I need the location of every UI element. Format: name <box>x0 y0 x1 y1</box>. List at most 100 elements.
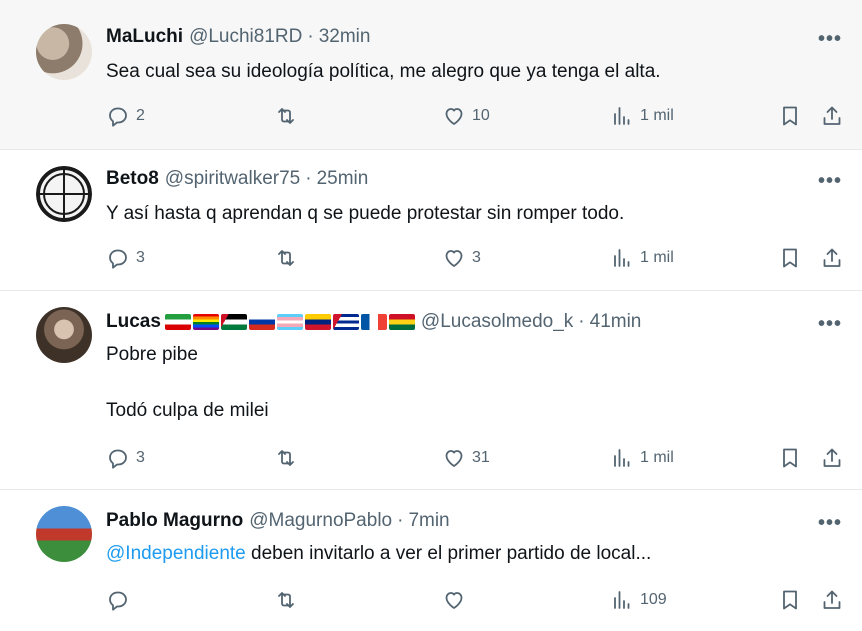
tweet-text-body: deben invitarlo a ver el primer partido … <box>245 543 652 564</box>
author-name[interactable]: MaLuchi <box>106 26 183 48</box>
view-count: 1 mil <box>640 449 674 466</box>
flag-ghana <box>388 314 415 330</box>
avatar[interactable] <box>36 506 92 562</box>
action-bar: 2 10 1 mil <box>106 104 846 130</box>
flag-russia <box>248 314 275 330</box>
tweet-text: Sea cual sea su ideología política, me a… <box>106 61 661 82</box>
action-bar: 109 <box>106 588 846 614</box>
retweet-button[interactable] <box>274 104 304 128</box>
author-handle[interactable]: @spiritwalker75 <box>165 168 300 190</box>
retweet-icon <box>274 246 298 270</box>
like-button[interactable]: 3 <box>442 246 481 270</box>
flag-france <box>360 314 387 330</box>
author-handle[interactable]: @Luchi81RD <box>189 26 302 48</box>
bookmark-button[interactable] <box>778 446 802 470</box>
timestamp[interactable]: 7min <box>408 510 449 532</box>
retweet-button[interactable] <box>274 446 304 470</box>
heart-icon <box>442 104 466 128</box>
tweet-text: Y así hasta q aprendan q se puede protes… <box>106 203 625 224</box>
tweet-text-line1: Pobre pibe <box>106 344 198 365</box>
share-icon <box>820 246 844 270</box>
tweet-header: Beto8 @spiritwalker75 · 25min <box>106 168 368 190</box>
like-button[interactable]: 31 <box>442 446 490 470</box>
tweet-header: Pablo Magurno @MagurnoPablo · 7min <box>106 510 450 532</box>
retweet-button[interactable] <box>274 246 304 270</box>
more-icon[interactable]: ••• <box>818 28 842 51</box>
like-count: 3 <box>472 249 481 266</box>
share-icon <box>820 588 844 612</box>
views-button[interactable]: 1 mil <box>610 246 674 270</box>
tweet[interactable]: Pablo Magurno @MagurnoPablo · 7min ••• @… <box>0 490 862 631</box>
author-handle[interactable]: @MagurnoPablo <box>249 510 392 532</box>
reply-icon <box>106 446 130 470</box>
avatar[interactable] <box>36 166 92 222</box>
view-count: 109 <box>640 591 667 608</box>
tweet-header: MaLuchi @Luchi81RD · 32min <box>106 26 370 48</box>
reply-button[interactable] <box>106 588 136 612</box>
reply-count: 2 <box>136 107 145 124</box>
reply-icon <box>106 588 130 612</box>
like-count: 31 <box>472 449 490 466</box>
flag-palestine <box>220 314 247 330</box>
separator: · <box>305 168 312 189</box>
more-icon[interactable]: ••• <box>818 170 842 193</box>
retweet-icon <box>274 104 298 128</box>
view-count: 1 mil <box>640 249 674 266</box>
tweet-text-line2: Todó culpa de milei <box>106 400 269 421</box>
share-button[interactable] <box>820 246 844 270</box>
reply-button[interactable]: 3 <box>106 446 145 470</box>
avatar[interactable] <box>36 24 92 80</box>
share-button[interactable] <box>820 104 844 128</box>
separator: · <box>578 311 585 332</box>
name-flags <box>163 314 415 330</box>
views-button[interactable]: 109 <box>610 588 667 612</box>
view-count: 1 mil <box>640 107 674 124</box>
author-name[interactable]: Lucas <box>106 311 161 333</box>
author-name[interactable]: Pablo Magurno <box>106 510 243 532</box>
like-button[interactable] <box>442 588 472 612</box>
like-button[interactable]: 10 <box>442 104 490 128</box>
more-icon[interactable]: ••• <box>818 313 842 336</box>
bookmark-icon <box>778 446 802 470</box>
action-bar: 3 3 1 mil <box>106 246 846 272</box>
timestamp[interactable]: 41min <box>590 311 642 333</box>
flag-trans <box>276 314 303 330</box>
bookmark-button[interactable] <box>778 104 802 128</box>
tweet-text: @Independiente deben invitarlo a ver el … <box>106 542 651 566</box>
separator: · <box>397 510 404 531</box>
author-name[interactable]: Beto8 <box>106 168 159 190</box>
flag-iran <box>164 314 191 330</box>
views-icon <box>610 246 634 270</box>
reply-count: 3 <box>136 249 145 266</box>
reply-icon <box>106 246 130 270</box>
bookmark-button[interactable] <box>778 588 802 612</box>
separator: · <box>307 26 314 47</box>
heart-icon <box>442 588 466 612</box>
tweet-header: Lucas @Lucasolmedo_k · 41min <box>106 311 641 333</box>
views-button[interactable]: 1 mil <box>610 104 674 128</box>
views-icon <box>610 588 634 612</box>
author-handle[interactable]: @Lucasolmedo_k <box>421 311 573 333</box>
reply-button[interactable]: 3 <box>106 246 145 270</box>
heart-icon <box>442 246 466 270</box>
avatar[interactable] <box>36 307 92 363</box>
bookmark-icon <box>778 246 802 270</box>
tweet[interactable]: Lucas @Lucasolmedo_k · 41min ••• Pobre p… <box>0 291 862 490</box>
mention-link[interactable]: @Independiente <box>106 543 246 564</box>
flag-rainbow <box>192 314 219 330</box>
bookmark-button[interactable] <box>778 246 802 270</box>
share-button[interactable] <box>820 446 844 470</box>
tweet[interactable]: MaLuchi @Luchi81RD · 32min ••• Sea cual … <box>0 0 862 150</box>
reply-button[interactable]: 2 <box>106 104 145 128</box>
views-button[interactable]: 1 mil <box>610 446 674 470</box>
heart-icon <box>442 446 466 470</box>
bookmark-icon <box>778 588 802 612</box>
more-icon[interactable]: ••• <box>818 512 842 535</box>
timestamp[interactable]: 32min <box>319 26 371 48</box>
timestamp[interactable]: 25min <box>317 168 369 190</box>
tweet[interactable]: Beto8 @spiritwalker75 · 25min ••• Y así … <box>0 150 862 291</box>
share-button[interactable] <box>820 588 844 612</box>
share-icon <box>820 446 844 470</box>
retweet-button[interactable] <box>274 588 304 612</box>
action-bar: 3 31 1 mil <box>106 446 846 472</box>
